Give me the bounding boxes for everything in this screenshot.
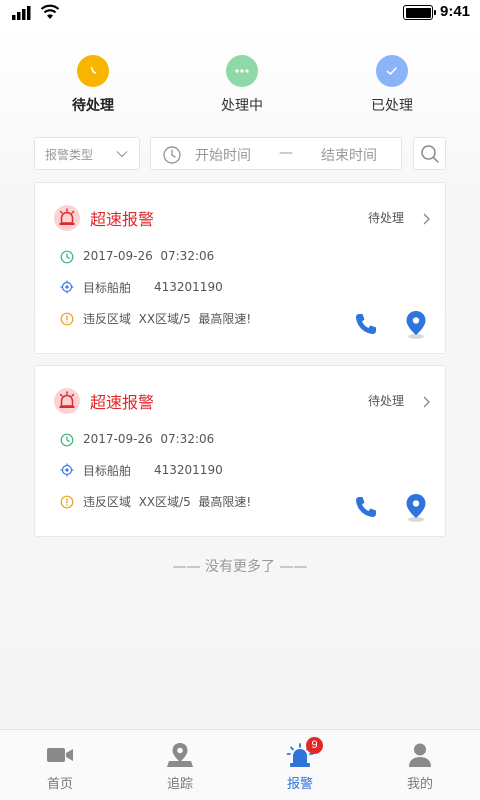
- target-ship-label: 目标船舶: [83, 464, 132, 478]
- target-ship-id: 413201190: [154, 463, 223, 477]
- search-button[interactable]: [413, 137, 446, 170]
- time-icon: [60, 250, 74, 264]
- status-bar: 9:41: [0, 0, 480, 26]
- alert-time: 2017-09-26 07:32:06: [83, 249, 215, 263]
- range-separator: —: [279, 145, 293, 161]
- list-end-text: —— 没有更多了 ——: [172, 559, 308, 575]
- warning-icon: [60, 312, 74, 326]
- date-range-picker[interactable]: 开始时间 — 结束时间: [150, 137, 402, 170]
- clock-time: 9:41: [440, 3, 471, 20]
- signal-icon: [12, 6, 31, 20]
- alert-title: 超速报警: [90, 210, 155, 229]
- alert-card[interactable]: 超速报警 待处理 2017-09-26 07:32:06 目标船舶 413201…: [34, 365, 446, 537]
- tab-processing-label: 处理中: [221, 98, 263, 114]
- battery-icon: [403, 5, 436, 20]
- location-pin-icon[interactable]: [404, 493, 428, 523]
- siren-alert-icon: [54, 388, 80, 414]
- search-icon: [421, 145, 439, 163]
- violation-text: 违反区域 XX区域/5 最高限速!: [83, 312, 252, 326]
- target-icon: [60, 280, 74, 294]
- alert-type-select[interactable]: 报警类型: [34, 137, 140, 170]
- chevron-right-icon[interactable]: [421, 395, 431, 409]
- more-dots-icon: [226, 55, 258, 87]
- alert-type-placeholder: 报警类型: [45, 148, 94, 162]
- tab-pending[interactable]: 待处理: [43, 55, 143, 125]
- tab-profile[interactable]: 我的: [360, 730, 480, 800]
- tab-tracking[interactable]: 追踪: [120, 730, 240, 800]
- user-icon: [409, 743, 431, 767]
- location-pin-icon[interactable]: [404, 310, 428, 340]
- chevron-down-icon: [116, 151, 128, 158]
- checkmark-icon: [376, 55, 408, 87]
- target-ship-id: 413201190: [154, 280, 223, 294]
- tab-tracking-label: 追踪: [166, 777, 193, 792]
- alert-time: 2017-09-26 07:32:06: [83, 432, 215, 446]
- video-camera-icon: [47, 748, 73, 762]
- alert-status: 待处理: [368, 211, 405, 225]
- target-ship-label: 目标船舶: [83, 281, 132, 295]
- clock-outline-icon: [163, 146, 181, 164]
- violation-text: 违反区域 XX区域/5 最高限速!: [83, 495, 252, 509]
- alert-status: 待处理: [368, 394, 405, 408]
- alert-count-badge: 9: [306, 737, 323, 754]
- siren-alert-icon: [54, 205, 80, 231]
- end-time-field[interactable]: 结束时间: [321, 145, 377, 165]
- tab-alerts[interactable]: 9 报警: [240, 730, 360, 800]
- target-icon: [60, 463, 74, 477]
- tab-pending-label: 待处理: [72, 98, 114, 114]
- alert-card[interactable]: 超速报警 待处理 2017-09-26 07:32:06 目标船舶 413201…: [34, 182, 446, 354]
- phone-icon[interactable]: [353, 494, 379, 520]
- tab-home[interactable]: 首页: [0, 730, 120, 800]
- map-pin-icon: [167, 743, 193, 767]
- bottom-tab-bar: 首页 追踪 9 报警 我的: [0, 729, 480, 800]
- tab-alerts-label: 报警: [286, 777, 313, 792]
- time-icon: [60, 433, 74, 447]
- tab-processing[interactable]: 处理中: [192, 55, 292, 125]
- tab-profile-label: 我的: [406, 777, 433, 792]
- chevron-right-icon[interactable]: [421, 212, 431, 226]
- tab-home-label: 首页: [46, 777, 73, 792]
- tab-processed-label: 已处理: [371, 98, 413, 114]
- warning-icon: [60, 495, 74, 509]
- tab-processed[interactable]: 已处理: [342, 55, 442, 125]
- clock-icon: [77, 55, 109, 87]
- phone-icon[interactable]: [353, 311, 379, 337]
- start-time-field[interactable]: 开始时间: [195, 145, 251, 165]
- alert-title: 超速报警: [90, 393, 155, 412]
- wifi-icon: [40, 4, 60, 19]
